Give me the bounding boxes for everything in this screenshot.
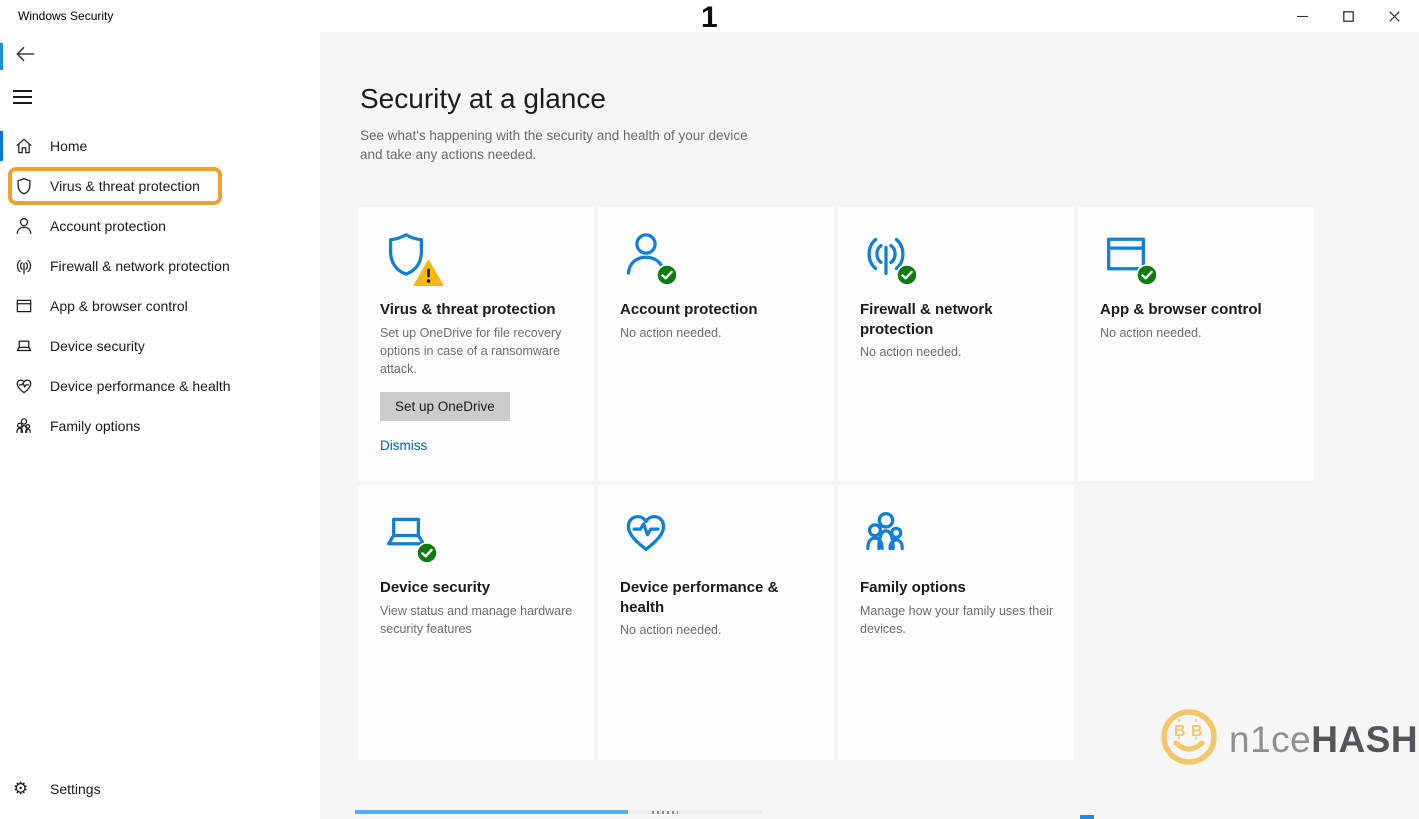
card-title: Firewall & network protection <box>860 300 1040 339</box>
sidebar-item-label: Family options <box>50 418 140 434</box>
shield-icon <box>14 176 34 196</box>
sidebar-item-label: Virus & threat protection <box>50 178 200 194</box>
card-description: No action needed. <box>620 621 816 639</box>
sidebar-item-virus-threat-protection[interactable]: Virus & threat protection <box>0 166 320 206</box>
card-device-performance-health[interactable]: Device performance & health No action ne… <box>598 485 834 760</box>
sidebar-item-label: App & browser control <box>50 298 188 314</box>
bottom-strip-dots <box>652 811 678 814</box>
network-icon <box>14 256 34 276</box>
ok-check-icon <box>656 264 678 286</box>
gear-icon: ⚙ <box>13 779 28 799</box>
sidebar-item-label: Firewall & network protection <box>50 258 230 274</box>
card-title: App & browser control <box>1100 300 1280 320</box>
sidebar-item-label: Account protection <box>50 218 166 234</box>
sidebar-item-account-protection[interactable]: Account protection <box>0 206 320 246</box>
window-title: Windows Security <box>18 9 113 23</box>
dismiss-link[interactable]: Dismiss <box>380 438 576 453</box>
card-description: View status and manage hardware security… <box>380 602 576 638</box>
close-icon[interactable] <box>1371 0 1417 32</box>
card-device-security[interactable]: Device security View status and manage h… <box>358 485 594 760</box>
card-description: No action needed. <box>620 324 816 342</box>
heart-icon <box>620 506 674 558</box>
security-cards-grid: Virus & threat protection Set up OneDriv… <box>358 207 1314 760</box>
page-subtitle: See what's happening with the security a… <box>360 127 752 164</box>
user-icon <box>14 216 34 236</box>
page-title: Security at a glance <box>360 83 606 115</box>
nicehash-smiley-icon: B B <box>1160 708 1218 771</box>
bottom-blue-chip <box>1080 815 1094 819</box>
sidebar-item-label: Settings <box>50 781 101 797</box>
card-virus-threat-protection[interactable]: Virus & threat protection Set up OneDriv… <box>358 207 594 481</box>
card-description: No action needed. <box>1100 324 1296 342</box>
heart-icon <box>14 376 34 396</box>
edge-accent-fragment <box>0 43 3 70</box>
card-family-options[interactable]: Family options Manage how your family us… <box>838 485 1074 760</box>
card-account-protection[interactable]: Account protection No action needed. <box>598 207 834 481</box>
setup-onedrive-button[interactable]: Set up OneDrive <box>380 392 510 421</box>
hamburger-menu-icon[interactable] <box>13 90 32 104</box>
minimize-icon[interactable] <box>1279 0 1325 32</box>
card-description: Manage how your family uses their device… <box>860 602 1056 638</box>
bottom-progress-strip <box>355 810 628 814</box>
card-title: Device performance & health <box>620 578 800 617</box>
sidebar-item-firewall-network-protection[interactable]: Firewall & network protection <box>0 246 320 286</box>
sidebar-item-label: Device performance & health <box>50 378 231 394</box>
card-title: Account protection <box>620 300 800 320</box>
window-icon <box>14 296 34 316</box>
maximize-icon[interactable] <box>1325 0 1371 32</box>
laptop-icon <box>14 336 34 356</box>
back-arrow-icon[interactable] <box>12 42 38 66</box>
sidebar-item-label: Home <box>50 138 87 154</box>
nicehash-watermark: B B n1ceHASH <box>1160 708 1418 771</box>
card-description: No action needed. <box>860 343 1056 361</box>
card-title: Virus & threat protection <box>380 300 560 320</box>
sidebar-item-app-browser-control[interactable]: App & browser control <box>0 286 320 326</box>
sidebar-item-device-performance-health[interactable]: Device performance & health <box>0 366 320 406</box>
main-content: Security at a glance See what's happenin… <box>320 32 1419 819</box>
card-firewall-network-protection[interactable]: Firewall & network protection No action … <box>838 207 1074 481</box>
sidebar-item-device-security[interactable]: Device security <box>0 326 320 366</box>
family-icon <box>14 416 34 436</box>
sidebar-item-home[interactable]: Home <box>0 126 320 166</box>
card-title: Family options <box>860 578 1040 598</box>
sidebar-item-family-options[interactable]: Family options <box>0 406 320 446</box>
card-description: Set up OneDrive for file recovery option… <box>380 324 576 378</box>
selected-indicator <box>0 131 3 161</box>
windows-security-window: Windows Security 1 Home Virus & threat p… <box>0 0 1419 819</box>
window-controls <box>1279 0 1417 32</box>
titlebar: Windows Security 1 <box>0 0 1419 32</box>
home-icon <box>14 136 34 156</box>
card-title: Device security <box>380 578 560 598</box>
ok-check-icon <box>896 264 918 286</box>
family-icon <box>860 506 914 558</box>
card-app-browser-control[interactable]: App & browser control No action needed. <box>1078 207 1314 481</box>
ok-check-icon <box>416 542 438 564</box>
ok-check-icon <box>1136 264 1158 286</box>
nicehash-brand-text: n1ceHASH <box>1229 719 1418 761</box>
sidebar-item-settings[interactable]: ⚙ Settings <box>0 770 320 810</box>
warning-triangle-icon <box>413 259 444 287</box>
sidebar: Home Virus & threat protection Account p… <box>0 126 320 446</box>
sidebar-item-label: Device security <box>50 338 145 354</box>
annotation-step-number: 1 <box>701 1 718 35</box>
